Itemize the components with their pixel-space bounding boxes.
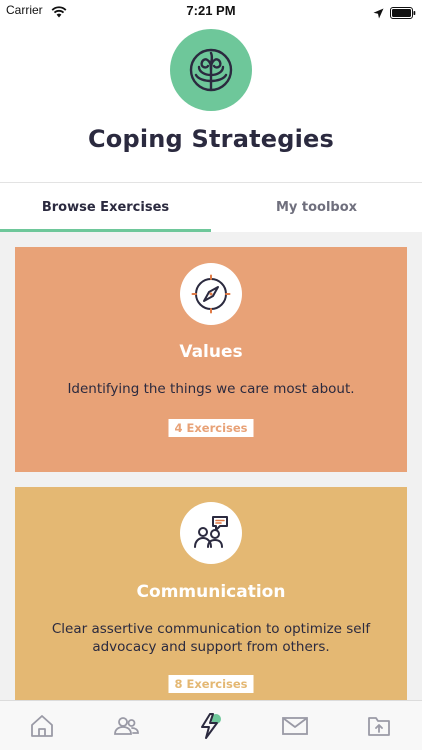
category-card-values[interactable]: Values Identifying the things we care mo… — [15, 247, 407, 472]
battery-icon — [390, 4, 416, 23]
card-title: Values — [179, 342, 243, 362]
compass-icon — [180, 263, 242, 325]
exercise-list: Values Identifying the things we care mo… — [0, 232, 422, 700]
mail-icon[interactable] — [280, 711, 310, 741]
tree-logo-icon — [170, 29, 252, 111]
status-bar: Carrier 7:21 PM — [0, 0, 422, 22]
exercise-count-badge: 4 Exercises — [168, 419, 254, 437]
card-description: Identifying the things we care most abou… — [67, 381, 355, 397]
tab-my-toolbox[interactable]: My toolbox — [211, 184, 422, 232]
lightning-icon[interactable] — [196, 711, 226, 741]
page-title: Coping Strategies — [87, 125, 335, 153]
people-icon[interactable] — [111, 711, 141, 741]
card-description: Clear assertive communication to optimiz… — [51, 621, 371, 655]
tab-browse-exercises[interactable]: Browse Exercises — [0, 184, 211, 232]
category-card-communication[interactable]: Communication Clear assertive communicat… — [15, 487, 407, 700]
segmented-tabs: Browse Exercises My toolbox — [0, 184, 422, 232]
card-title: Communication — [136, 582, 286, 602]
status-time: 7:21 PM — [186, 3, 236, 18]
bottom-tab-bar — [0, 700, 422, 750]
exercise-count-badge: 8 Exercises — [168, 675, 254, 693]
people-chat-icon — [180, 502, 242, 564]
header: Coping Strategies — [0, 22, 422, 183]
folder-upload-icon[interactable] — [364, 711, 394, 741]
location-arrow-icon — [373, 4, 384, 23]
home-icon[interactable] — [27, 711, 57, 741]
